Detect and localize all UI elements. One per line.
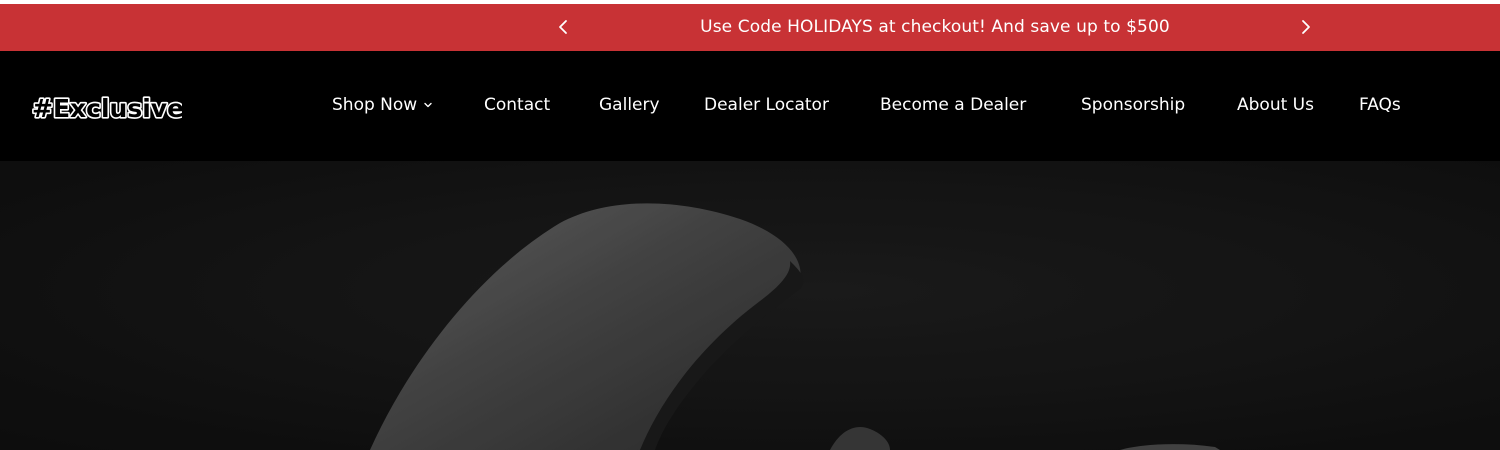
main-nav: Shop Now Contact Gallery Dealer Locator … bbox=[0, 51, 1500, 161]
nav-item-gallery[interactable]: Gallery bbox=[599, 93, 660, 117]
chevron-left-icon[interactable] bbox=[551, 15, 575, 39]
chevron-down-icon bbox=[423, 100, 433, 110]
nav-item-label: Sponsorship bbox=[1081, 95, 1186, 115]
announcement-bar: Use Code HOLIDAYS at checkout! And save … bbox=[0, 4, 1500, 51]
nav-item-label: Become a Dealer bbox=[880, 95, 1027, 115]
nav-item-become-a-dealer[interactable]: Become a Dealer bbox=[880, 93, 1026, 117]
hero-banner bbox=[0, 161, 1500, 450]
hero-image bbox=[0, 161, 1500, 450]
nav-item-label: About Us bbox=[1237, 95, 1314, 115]
nav-item-sponsorship[interactable]: Sponsorship bbox=[1081, 93, 1185, 117]
nav-item-label: Gallery bbox=[599, 95, 660, 115]
nav-item-label: Dealer Locator bbox=[704, 95, 829, 115]
announcement-text: Use Code HOLIDAYS at checkout! And save … bbox=[700, 17, 1170, 37]
nav-item-label: Contact bbox=[484, 95, 551, 115]
nav-item-faqs[interactable]: FAQs bbox=[1359, 93, 1401, 117]
page: Use Code HOLIDAYS at checkout! And save … bbox=[0, 0, 1500, 450]
nav-item-label: FAQs bbox=[1359, 95, 1401, 115]
chevron-right-icon[interactable] bbox=[1294, 15, 1318, 39]
nav-item-contact[interactable]: Contact bbox=[484, 93, 550, 117]
site-header: #Exclusive Shop Now Contact Gallery Deal… bbox=[0, 51, 1500, 161]
nav-item-dealer-locator[interactable]: Dealer Locator bbox=[704, 93, 829, 117]
nav-item-label: Shop Now bbox=[332, 95, 418, 115]
nav-item-about-us[interactable]: About Us bbox=[1237, 93, 1314, 117]
nav-item-shop-now[interactable]: Shop Now bbox=[332, 93, 433, 117]
